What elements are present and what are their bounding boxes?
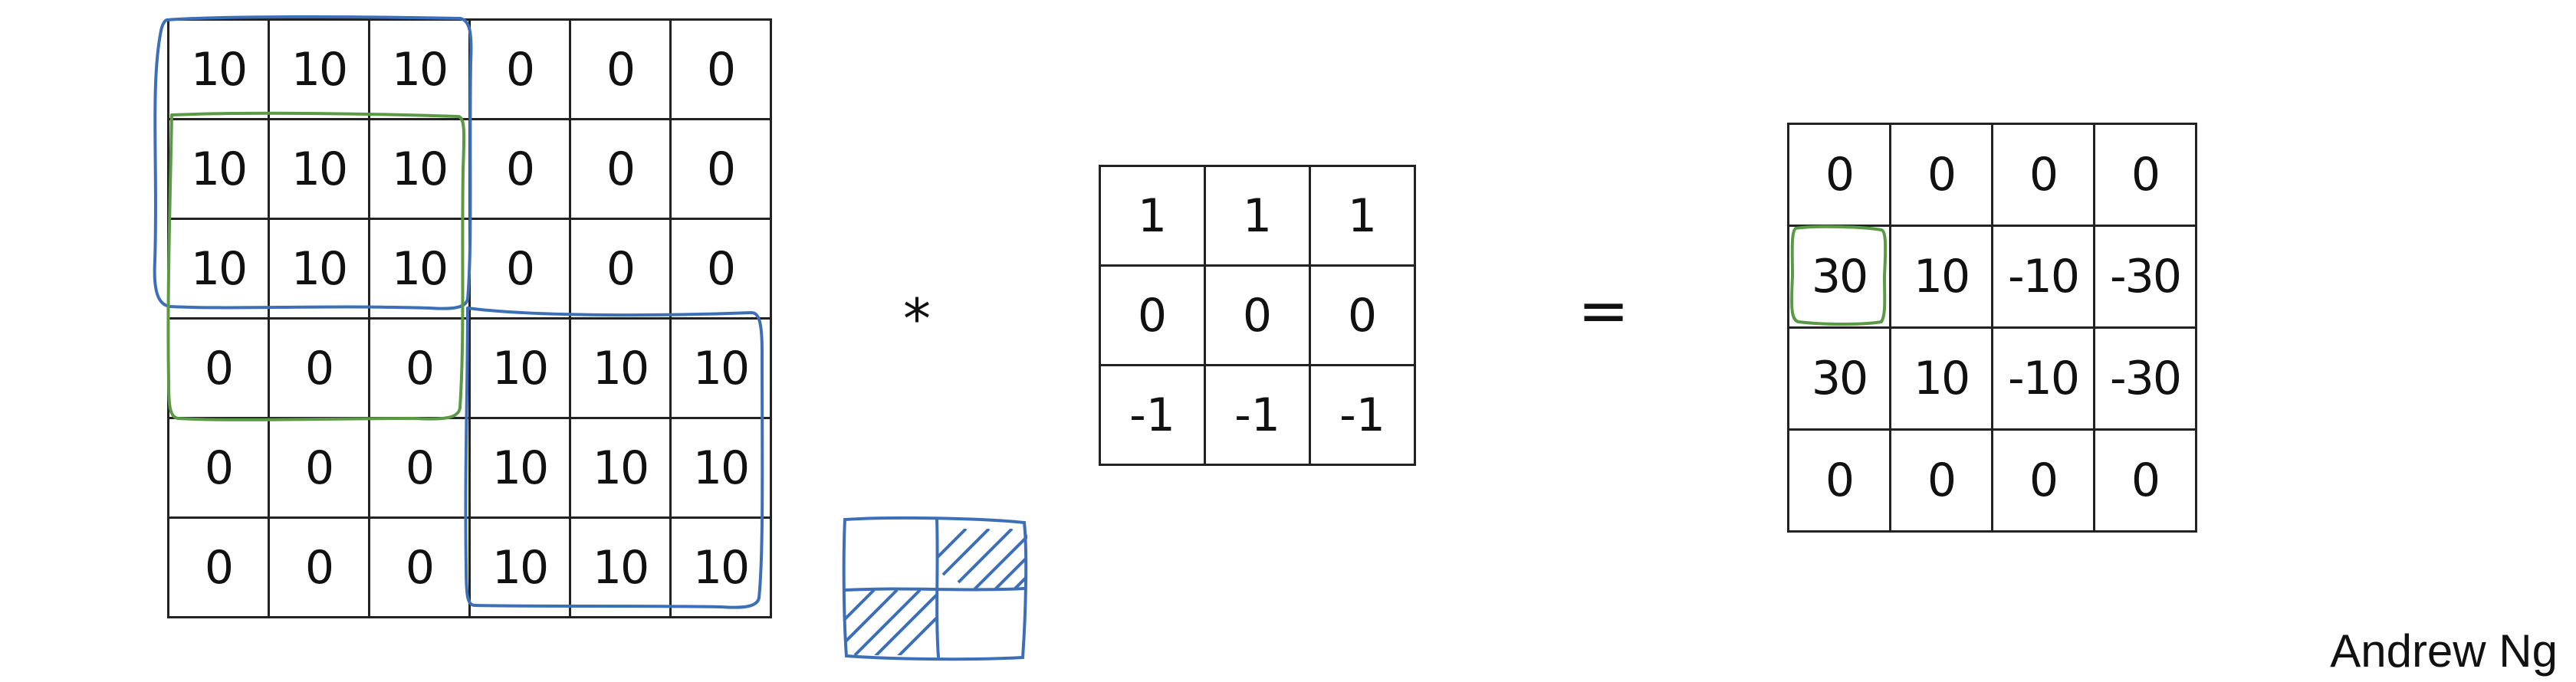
author-credit: Andrew Ng xyxy=(2330,625,2558,677)
input-cell: 0 xyxy=(167,317,270,419)
matrix-row: 10 10 10 0 0 0 xyxy=(167,218,772,320)
matrix-row: 10 10 10 0 0 0 xyxy=(167,18,772,120)
filter-cell: 1 xyxy=(1204,165,1311,267)
input-cell: 10 xyxy=(368,118,471,220)
input-cell: 0 xyxy=(368,516,471,618)
output-cell: 30 xyxy=(1787,225,1891,329)
output-matrix: 0 0 0 0 30 10 -10 -30 30 10 -10 -30 0 0 … xyxy=(1787,123,2197,533)
output-cell: 0 xyxy=(1889,428,1993,533)
output-cell: 30 xyxy=(1787,326,1891,431)
filter-cell: 1 xyxy=(1309,165,1416,267)
matrix-row: 30 10 -10 -30 xyxy=(1787,326,2197,431)
input-cell: 10 xyxy=(669,417,772,519)
output-cell: 0 xyxy=(1787,428,1891,533)
input-cell: 0 xyxy=(468,18,571,120)
filter-cell: -1 xyxy=(1309,364,1416,466)
output-cell: 0 xyxy=(1787,123,1891,227)
matrix-row: 0 0 0 10 10 10 xyxy=(167,317,772,419)
matrix-row: 1 1 1 xyxy=(1099,165,1416,267)
matrix-row: 0 0 0 10 10 10 xyxy=(167,417,772,519)
input-cell: 10 xyxy=(569,317,672,419)
input-cell: 0 xyxy=(368,317,471,419)
input-cell: 10 xyxy=(468,516,571,618)
input-cell: 10 xyxy=(167,118,270,220)
input-cell: 10 xyxy=(167,18,270,120)
output-cell: 0 xyxy=(1991,428,2095,533)
input-cell: 10 xyxy=(268,218,370,320)
matrix-row: -1 -1 -1 xyxy=(1099,364,1416,466)
input-cell: 0 xyxy=(268,516,370,618)
matrix-row: 0 0 0 0 xyxy=(1787,123,2197,227)
input-cell: 10 xyxy=(368,218,471,320)
filter-cell: 0 xyxy=(1309,264,1416,366)
filter-cell: 1 xyxy=(1099,165,1206,267)
matrix-row: 10 10 10 0 0 0 xyxy=(167,118,772,220)
matrix-row: 30 10 -10 -30 xyxy=(1787,225,2197,329)
input-cell: 0 xyxy=(569,218,672,320)
filter-cell: -1 xyxy=(1099,364,1206,466)
input-cell: 0 xyxy=(268,317,370,419)
blue-pattern-sketch xyxy=(842,516,1028,661)
filter-matrix: 1 1 1 0 0 0 -1 -1 -1 xyxy=(1099,165,1416,466)
matrix-row: 0 0 0 0 xyxy=(1787,428,2197,533)
input-cell: 0 xyxy=(268,417,370,519)
matrix-row: 0 0 0 10 10 10 xyxy=(167,516,772,618)
filter-cell: 0 xyxy=(1099,264,1206,366)
equals-operator: = xyxy=(1578,275,1630,346)
filter-cell: 0 xyxy=(1204,264,1311,366)
input-cell: 10 xyxy=(368,18,471,120)
convolution-operator: * xyxy=(903,287,931,351)
output-cell: 0 xyxy=(1991,123,2095,227)
input-cell: 0 xyxy=(569,18,672,120)
input-cell: 0 xyxy=(368,417,471,519)
input-cell: 10 xyxy=(268,18,370,120)
input-cell: 10 xyxy=(569,516,672,618)
input-cell: 10 xyxy=(669,516,772,618)
input-cell: 0 xyxy=(669,118,772,220)
input-cell: 10 xyxy=(468,317,571,419)
output-cell: -10 xyxy=(1991,225,2095,329)
input-cell: 0 xyxy=(167,417,270,519)
output-cell: 0 xyxy=(2093,123,2197,227)
filter-cell: -1 xyxy=(1204,364,1311,466)
input-cell: 0 xyxy=(167,516,270,618)
output-cell: 0 xyxy=(2093,428,2197,533)
input-cell: 0 xyxy=(569,118,672,220)
input-cell: 0 xyxy=(669,18,772,120)
input-cell: 10 xyxy=(669,317,772,419)
input-cell: 10 xyxy=(569,417,672,519)
output-cell: 10 xyxy=(1889,326,1993,431)
input-cell: 0 xyxy=(669,218,772,320)
input-cell: 10 xyxy=(468,417,571,519)
input-cell: 0 xyxy=(468,218,571,320)
input-cell: 10 xyxy=(268,118,370,220)
input-cell: 10 xyxy=(167,218,270,320)
output-cell: -30 xyxy=(2093,326,2197,431)
output-cell: 10 xyxy=(1889,225,1993,329)
output-cell: 0 xyxy=(1889,123,1993,227)
output-cell: -10 xyxy=(1991,326,2095,431)
output-cell: -30 xyxy=(2093,225,2197,329)
input-cell: 0 xyxy=(468,118,571,220)
input-matrix: 10 10 10 0 0 0 10 10 10 0 0 0 10 10 10 0… xyxy=(167,18,772,618)
matrix-row: 0 0 0 xyxy=(1099,264,1416,366)
